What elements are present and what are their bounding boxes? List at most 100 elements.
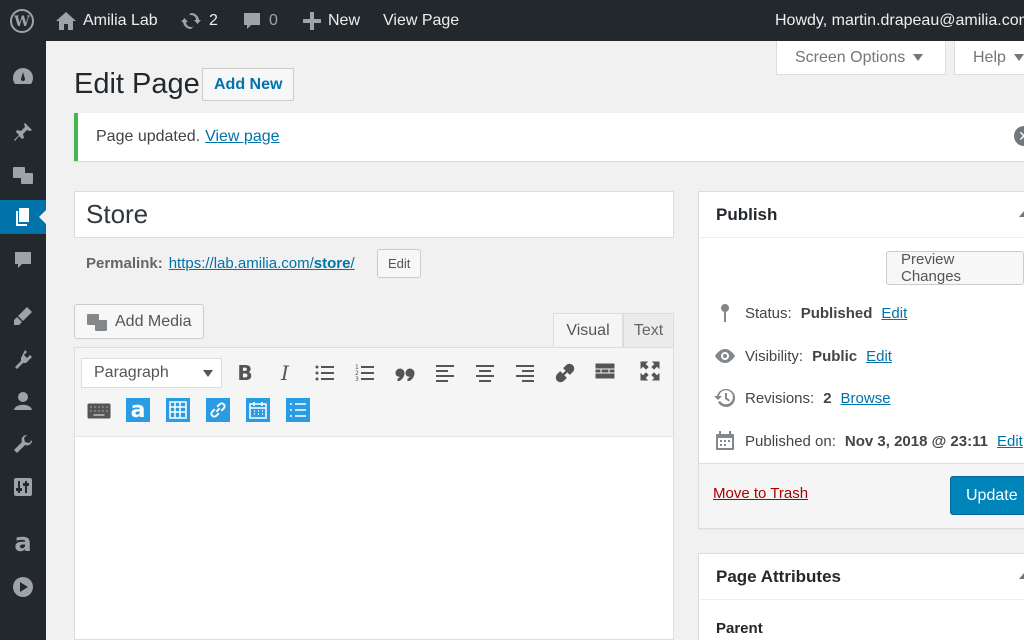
status-edit-link[interactable]: Edit xyxy=(881,305,907,322)
amilia-icon[interactable]: a xyxy=(0,526,46,560)
italic-icon[interactable]: I xyxy=(270,358,300,388)
notice-text: Page updated. xyxy=(96,128,201,145)
align-right-icon[interactable] xyxy=(510,358,540,388)
users-icon[interactable] xyxy=(0,384,46,418)
parent-label: Parent xyxy=(716,620,763,637)
svg-text:a: a xyxy=(14,531,32,555)
comment-icon xyxy=(244,12,260,29)
blockquote-icon[interactable] xyxy=(390,358,420,388)
permalink-slug: store xyxy=(313,255,351,272)
revisions-label: Revisions: xyxy=(745,389,815,407)
bullet-list-icon[interactable] xyxy=(310,358,340,388)
add-new-button[interactable]: Add New xyxy=(202,68,295,101)
permalink-url[interactable]: https://lab.amilia.com/store/ xyxy=(169,255,355,272)
tab-visual[interactable]: Visual xyxy=(553,313,623,348)
new-label: New xyxy=(328,11,361,29)
pin-icon xyxy=(721,304,729,322)
preview-changes-button[interactable]: Preview Changes xyxy=(886,251,1024,285)
link-icon[interactable] xyxy=(550,358,580,388)
chevron-up-icon[interactable] xyxy=(1019,211,1024,217)
keyboard-icon[interactable] xyxy=(84,396,114,426)
permalink-base: https://lab.amilia.com/ xyxy=(168,255,314,272)
admin-side-menu: a xyxy=(0,41,46,640)
tab-text[interactable]: Text xyxy=(623,313,674,348)
status-label: Status: xyxy=(745,304,792,322)
updates-link[interactable]: 2 xyxy=(180,0,218,41)
history-icon xyxy=(714,388,736,407)
media-icon[interactable] xyxy=(0,158,46,192)
bold-icon[interactable]: B xyxy=(230,358,260,388)
permalink-label: Permalink: xyxy=(86,255,163,272)
plus-icon xyxy=(303,11,321,30)
pages-icon[interactable] xyxy=(0,200,46,234)
permalink-edit-button[interactable]: Edit xyxy=(377,249,422,278)
visibility-value: Public xyxy=(812,347,858,365)
status-row: Status: Published Edit xyxy=(714,301,907,325)
update-button[interactable]: Update xyxy=(950,476,1024,515)
eye-icon xyxy=(715,349,735,363)
plugins-icon[interactable] xyxy=(0,342,46,376)
comments-link[interactable]: 0 xyxy=(242,0,278,41)
browse-revisions-link[interactable]: Browse xyxy=(841,390,891,407)
fullscreen-icon[interactable] xyxy=(635,356,665,386)
view-page-link[interactable]: View page xyxy=(205,128,279,146)
help-label: Help xyxy=(973,48,1006,66)
align-center-icon[interactable] xyxy=(470,358,500,388)
permalink-trail: / xyxy=(350,255,355,272)
page-title: Edit Page xyxy=(74,68,200,100)
site-name-link[interactable]: Amilia Lab xyxy=(56,0,158,41)
svg-text:3: 3 xyxy=(355,376,359,382)
numbered-list-icon[interactable]: 123 xyxy=(350,358,380,388)
status-value: Published xyxy=(800,304,873,322)
add-media-button[interactable]: Add Media xyxy=(74,304,204,339)
align-left-icon[interactable] xyxy=(430,358,460,388)
editor-content-area[interactable] xyxy=(74,437,674,640)
caret-down-icon xyxy=(913,54,924,61)
wp-logo-icon[interactable]: W xyxy=(10,0,34,41)
list-plugin-icon[interactable] xyxy=(286,398,310,422)
published-on-row: Published on: Nov 3, 2018 @ 23:11 Edit xyxy=(714,429,1023,453)
published-on-label: Published on: xyxy=(745,432,836,450)
permalink: Permalink: https://lab.amilia.com/store/ xyxy=(86,255,355,272)
caret-down-icon xyxy=(1013,54,1024,61)
dashboard-icon[interactable] xyxy=(0,59,46,93)
comments-count: 0 xyxy=(269,11,278,29)
visibility-edit-link[interactable]: Edit xyxy=(866,348,892,365)
admin-bar: W Amilia Lab 2 0 New View Page Howdy, ma… xyxy=(0,0,1024,41)
link-plugin-icon[interactable] xyxy=(206,398,230,422)
amilia-plugin-button[interactable]: a xyxy=(126,398,150,423)
calendar-icon[interactable] xyxy=(246,398,270,422)
play-icon[interactable] xyxy=(0,570,46,604)
published-on-edit-link[interactable]: Edit xyxy=(997,433,1023,450)
chevron-down-icon xyxy=(203,370,213,377)
add-media-label: Add Media xyxy=(115,312,192,330)
table-icon[interactable] xyxy=(166,398,190,422)
appearance-icon[interactable] xyxy=(0,299,46,333)
revisions-value: 2 xyxy=(823,389,832,407)
help-button[interactable]: Help xyxy=(954,41,1024,75)
view-page-link[interactable]: View Page xyxy=(383,0,459,41)
comments-icon[interactable] xyxy=(0,243,46,277)
svg-text:W: W xyxy=(13,14,30,30)
move-to-trash-link[interactable]: Move to Trash xyxy=(713,485,808,502)
read-more-icon[interactable] xyxy=(590,356,620,386)
visibility-label: Visibility: xyxy=(745,347,804,365)
pin-icon[interactable] xyxy=(0,115,46,149)
format-select[interactable]: Paragraph xyxy=(81,358,222,388)
page-attributes-title: Page Attributes xyxy=(699,554,1024,600)
tools-icon[interactable] xyxy=(0,427,46,461)
media-icon xyxy=(87,313,107,331)
howdy-text: Howdy, martin.drapeau@amilia.com xyxy=(775,11,1024,29)
settings-icon[interactable] xyxy=(0,470,46,504)
post-title-input[interactable]: Store xyxy=(74,191,674,238)
my-account-link[interactable]: Howdy, martin.drapeau@amilia.com xyxy=(775,0,1024,41)
new-content-link[interactable]: New xyxy=(303,0,360,41)
refresh-icon xyxy=(181,12,201,29)
format-select-value: Paragraph xyxy=(94,364,169,381)
chevron-up-icon[interactable] xyxy=(1019,573,1024,579)
publish-box-title: Publish xyxy=(699,192,1024,238)
updates-count: 2 xyxy=(209,11,218,29)
view-page-label: View Page xyxy=(383,11,460,29)
screen-options-button[interactable]: Screen Options xyxy=(776,41,946,75)
home-icon xyxy=(56,11,76,30)
